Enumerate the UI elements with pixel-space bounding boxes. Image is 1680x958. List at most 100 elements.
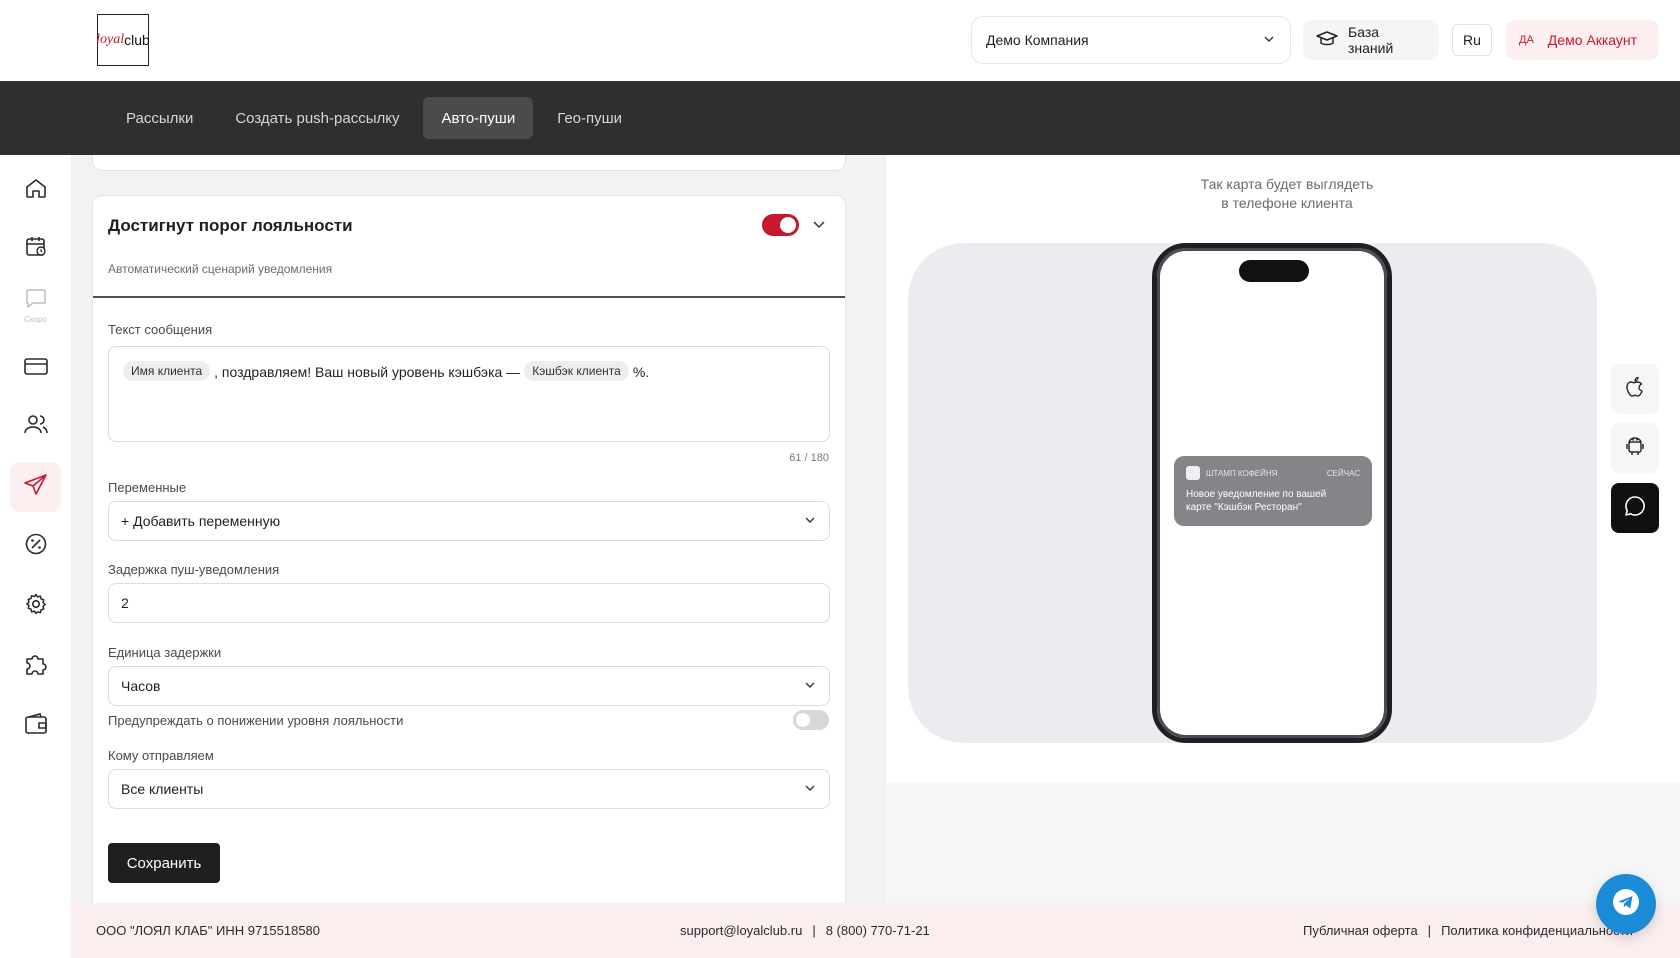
calendar-icon [24,234,48,263]
card-divider [93,296,845,298]
preview-title-line: Так карта будет выглядеть [1200,176,1374,192]
header: loyal club Демо Компания База знаний Ru Д… [0,0,1680,81]
variable-chip-cashback[interactable]: Кэшбэк клиента [524,361,629,381]
recipients-select-value: Все клиенты [121,781,204,797]
delay-unit-select[interactable]: Часов [108,666,830,706]
phone-mockup: ШТАМП КОФЕЙНЯ СЕЙЧАС Новое уведомление п… [1152,243,1392,743]
preview-panel: Так карта будет выглядеть в телефоне кли… [887,155,1680,783]
sidebar-item-push[interactable] [10,462,61,512]
language-button[interactable]: Ru [1452,24,1492,56]
tab-bar: Рассылки Создать push-рассылку Авто-пуши… [0,81,1680,155]
notification-header: ШТАМП КОФЕЙНЯ СЕЙЧАС [1186,466,1360,480]
company-select-value: Демо Компания [986,32,1089,48]
knowledge-base-label: База знаний [1348,24,1394,56]
sidebar-item-settings[interactable] [10,581,61,631]
variables-select[interactable]: + Добавить переменную [108,501,830,541]
account-name: Демо Аккаунт [1547,32,1638,48]
sidebar-item-home[interactable] [10,165,61,215]
variable-chip-client-name[interactable]: Имя клиента [123,361,211,381]
app-icon [1186,466,1200,480]
chevron-down-icon[interactable] [811,216,827,237]
account-button[interactable]: ДА Демо Аккаунт [1506,20,1659,60]
tab-geo-push[interactable]: Гео-пуши [539,97,640,139]
device-android-button[interactable] [1611,423,1659,473]
preview-title: Так карта будет выглядеть в телефоне кли… [1137,175,1437,213]
form-column: Достигнут порог лояльности Автоматически… [71,155,886,903]
footer-contacts: support@loyalclub.ru | 8 (800) 770-71-21 [680,923,930,938]
scenario-enabled-toggle[interactable] [762,214,799,236]
telegram-icon [1611,887,1641,922]
character-counter: 61 / 180 [789,452,829,464]
tab-mailings[interactable]: Рассылки [108,97,211,139]
preview-stage: ШТАМП КОФЕЙНЯ СЕЙЧАС Новое уведомление п… [908,243,1597,743]
message-icon [1624,495,1646,522]
warn-downgrade-toggle[interactable] [793,710,829,730]
variables-select-value: + Добавить переменную [121,513,281,529]
loyalty-threshold-card: Достигнут порог лояльности Автоматически… [92,195,846,903]
sidebar-item-clients[interactable] [10,401,61,451]
delay-label: Задержка пуш-уведомления [108,562,280,577]
wallet-icon [23,712,49,741]
delay-unit-value: Часов [121,678,161,694]
notification-line: карте "Кэшбэк Ресторан" [1186,502,1302,513]
users-icon [23,412,49,441]
chevron-down-icon [803,513,817,530]
notification-body: Новое уведомление по вашей карте "Кэшбэк… [1186,488,1360,514]
footer-phone-link[interactable]: 8 (800) 770-71-21 [826,923,930,938]
footer: ООО "ЛОЯЛ КЛАБ" ИНН 9715518580 support@l… [71,903,1680,958]
chevron-down-icon [803,781,817,798]
sidebar-item-promotions[interactable] [10,521,61,571]
device-message-button[interactable] [1611,483,1659,533]
message-label: Текст сообщения [108,322,213,337]
chevron-down-icon [1262,32,1276,49]
notification-time: СЕЙЧАС [1326,468,1360,478]
knowledge-base-button[interactable]: База знаний [1303,20,1439,60]
message-textarea[interactable]: Имя клиента , поздравляем! Ваш новый уро… [108,346,830,442]
footer-offer-link[interactable]: Публичная оферта [1303,923,1418,938]
phone-notch [1239,260,1309,282]
logo-loyal: loyal [96,32,125,47]
sidebar: Скоро [0,155,71,958]
delay-input[interactable]: 2 [108,583,830,623]
sidebar-item-wallet[interactable] [10,701,61,751]
home-icon [24,176,48,205]
sidebar-item-cards[interactable] [10,343,61,393]
tab-auto-push[interactable]: Авто-пуши [423,97,534,139]
telegram-support-button[interactable] [1596,874,1656,934]
recipients-select[interactable]: Все клиенты [108,769,830,809]
logo[interactable]: loyal club [96,14,150,66]
logo-club: club [124,32,150,48]
company-select[interactable]: Демо Компания [971,16,1291,64]
card-subtitle: Автоматический сценарий уведомления [108,262,333,276]
card-title: Достигнут порог лояльности [108,216,353,235]
footer-separator: | [1427,923,1432,938]
delay-unit-label: Единица задержки [108,645,222,660]
chevron-down-icon [803,678,817,695]
sidebar-soon-badge: Скоро [24,314,47,324]
chat-icon [24,287,48,314]
account-initials: ДА [1519,34,1534,46]
puzzle-icon [23,651,49,682]
message-text-part: %. [632,364,650,380]
notification-line: Новое уведомление по вашей [1186,489,1327,500]
sidebar-item-chat[interactable]: Скоро [10,280,61,330]
recipients-label: Кому отправляем [108,748,214,763]
android-icon [1625,435,1645,462]
sidebar-item-integrations[interactable] [10,641,61,691]
footer-links: Публичная оферта | Политика конфиденциальн… [1303,923,1633,938]
previous-card [92,155,846,171]
send-icon [23,473,49,502]
percent-icon [24,532,48,561]
preview-title-line: в телефоне клиента [1221,195,1353,211]
gear-icon [24,592,48,621]
graduation-cap-icon [1316,30,1338,51]
footer-separator: | [812,923,816,938]
footer-email-link[interactable]: support@loyalclub.ru [680,923,802,938]
tab-create-push[interactable]: Создать push-рассылку [217,97,417,139]
card-icon [23,356,49,381]
device-ios-button[interactable] [1611,364,1659,414]
save-button[interactable]: Сохранить [108,843,220,883]
sidebar-item-calendar[interactable] [10,223,61,273]
notification-app-name: ШТАМП КОФЕЙНЯ [1206,468,1278,478]
apple-icon [1625,376,1645,403]
